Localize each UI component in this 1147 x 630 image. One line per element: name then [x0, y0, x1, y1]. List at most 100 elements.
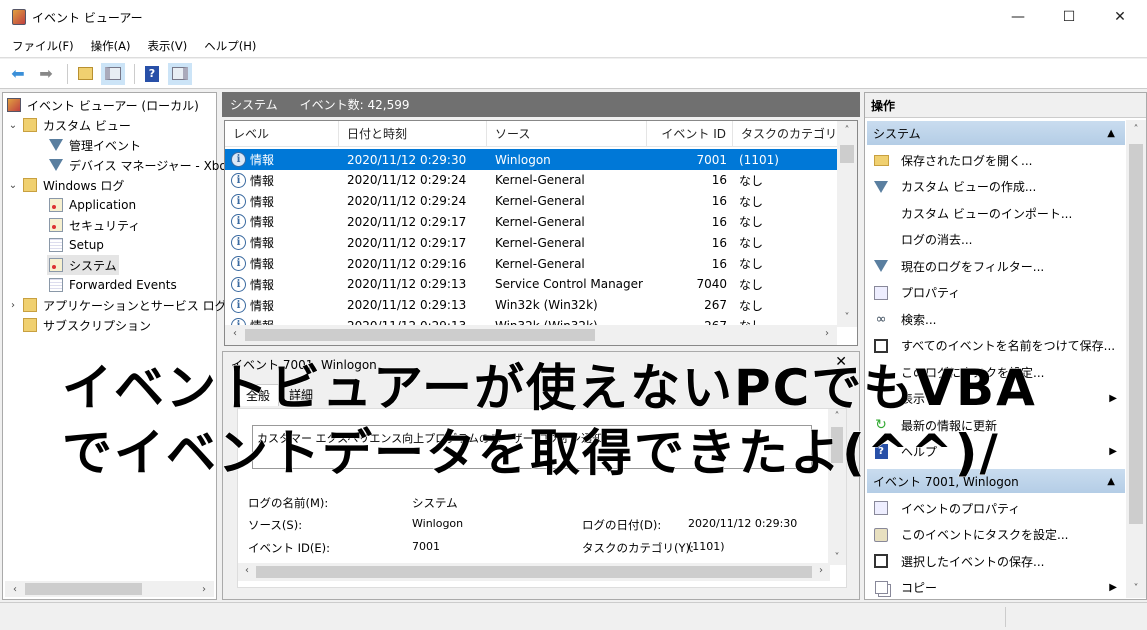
scroll-up-icon[interactable]: ˄	[837, 125, 857, 136]
tree-item-subscriptions[interactable]: サブスクリプション	[23, 315, 151, 335]
chevron-down-icon[interactable]: ⌄	[7, 120, 19, 131]
level-cell: i 情報	[225, 255, 339, 272]
level-text: 情報	[250, 194, 275, 209]
menu-file[interactable]: ファイル(F)	[12, 38, 74, 54]
scroll-left-icon[interactable]: ‹	[238, 565, 256, 576]
task-category-cell: なし	[739, 215, 764, 230]
tree-item-label: Forwarded Events	[69, 278, 177, 292]
list-vertical-scrollbar[interactable]: ˄ ˅	[837, 121, 857, 327]
tree-item-system[interactable]: システム	[47, 255, 119, 275]
actions-vertical-scrollbar[interactable]: ˄ ˅	[1126, 120, 1146, 598]
action-item[interactable]: 選択したイベントの保存...	[867, 548, 1125, 574]
event-row[interactable]: i 情報 2020/11/12 0:29:24 Kernel-General 16 なし	[225, 191, 837, 212]
tree-item-apps-services-logs[interactable]: › アプリケーションとサービス ログ	[7, 295, 227, 315]
collapse-icon[interactable]: ▲	[1107, 128, 1115, 139]
action-label: ログの消去...	[901, 233, 973, 247]
scrollbar-thumb[interactable]	[256, 566, 812, 578]
action-item[interactable]: イベントのプロパティ	[867, 495, 1125, 521]
column-event-id[interactable]: イベント ID	[647, 121, 733, 147]
forward-button[interactable]: ➡	[34, 63, 58, 85]
scroll-down-icon[interactable]: ˅	[837, 312, 857, 323]
action-item[interactable]: ログの消去...	[867, 227, 1125, 253]
event-row[interactable]: i 情報 2020/11/12 0:29:13 Service Control Man…	[225, 274, 837, 295]
detail-horizontal-scrollbar[interactable]: ‹ ›	[238, 563, 830, 581]
scroll-left-icon[interactable]: ‹	[225, 328, 245, 339]
menu-view[interactable]: 表示(V)	[147, 38, 187, 54]
tree-item-security[interactable]: セキュリティ	[49, 215, 140, 235]
scroll-up-icon[interactable]: ˄	[1126, 124, 1146, 135]
filter-icon	[49, 139, 63, 151]
tree-horizontal-scrollbar[interactable]: ‹ ›	[5, 581, 214, 597]
column-level[interactable]: レベル	[225, 121, 339, 147]
chevron-down-icon[interactable]: ⌄	[7, 180, 19, 191]
submenu-arrow-icon: ▶	[1109, 446, 1117, 457]
event-row[interactable]: i 情報 2020/11/12 0:29:30 Winlogon 7001 (1101)	[225, 149, 837, 170]
close-button[interactable]: ✕	[1097, 0, 1143, 34]
scroll-down-icon[interactable]: ˅	[828, 552, 846, 563]
menu-help[interactable]: ヘルプ(H)	[204, 38, 256, 54]
action-item[interactable]: カスタム ビューのインポート...	[867, 200, 1125, 226]
action-pane-icon	[172, 67, 188, 80]
scroll-right-icon[interactable]: ›	[194, 584, 214, 595]
list-horizontal-scrollbar[interactable]: ‹ ›	[225, 325, 837, 345]
action-item[interactable]: カスタム ビューの作成...	[867, 174, 1125, 200]
scrollbar-thumb[interactable]	[840, 145, 854, 163]
scrollbar-thumb[interactable]	[25, 583, 142, 595]
event-row[interactable]: i 情報 2020/11/12 0:29:16 Kernel-General 16 なし	[225, 253, 837, 274]
forward-arrow-icon: ➡	[39, 64, 53, 83]
scroll-right-icon[interactable]: ›	[812, 565, 830, 576]
tree-item-setup[interactable]: Setup	[49, 235, 104, 255]
action-item[interactable]: 現在のログをフィルター...	[867, 253, 1125, 279]
action-label: すべてのイベントを名前をつけて保存...	[901, 339, 1116, 353]
action-item[interactable]: プロパティ	[867, 280, 1125, 306]
scrollbar-thumb[interactable]	[245, 329, 595, 341]
show-hide-actions-button[interactable]	[168, 62, 192, 85]
event-row[interactable]: i 情報 2020/11/12 0:29:17 Kernel-General 16 なし	[225, 211, 837, 232]
scroll-down-icon[interactable]: ˅	[1126, 583, 1146, 594]
binoculars-icon: ∞	[875, 311, 887, 327]
event-row[interactable]: i 情報 2020/11/12 0:29:24 Kernel-General 16 なし	[225, 170, 837, 191]
tree-item-windows-logs[interactable]: ⌄ Windows ログ	[7, 175, 124, 195]
scroll-right-icon[interactable]: ›	[817, 328, 837, 339]
source-value: Winlogon	[412, 517, 464, 530]
scrollbar-thumb[interactable]	[1129, 144, 1143, 524]
event-id-cell: 7040	[696, 277, 727, 292]
menu-bar: ファイル(F) 操作(A) 表示(V) ヘルプ(H)	[0, 34, 1147, 58]
column-datetime[interactable]: 日付と時刻	[339, 121, 487, 147]
event-list: レベル 日付と時刻 ソース イベント ID タスクのカテゴリ i 情報 2020/1…	[224, 120, 858, 346]
actions-section-header[interactable]: システム ▲	[867, 121, 1125, 145]
help-button[interactable]: ?	[140, 63, 164, 85]
chevron-right-icon[interactable]: ›	[7, 300, 19, 311]
event-row[interactable]: i 情報 2020/11/12 0:29:13 Win32k (Win32k) 267 な…	[225, 295, 837, 316]
column-source[interactable]: ソース	[487, 121, 647, 147]
tree-item-application[interactable]: Application	[49, 195, 136, 215]
filter-icon	[873, 258, 889, 274]
tree-item-admin-events[interactable]: 管理イベント	[49, 135, 141, 155]
menu-action[interactable]: 操作(A)	[91, 38, 131, 54]
console-tree-icon	[105, 67, 121, 80]
up-folder-button[interactable]	[73, 63, 97, 85]
tree-item-device-manager-xbox[interactable]: デバイス マネージャー - Xbox	[49, 155, 234, 175]
source-cell: Kernel-General	[495, 194, 585, 209]
column-task-category[interactable]: タスクのカテゴリ	[733, 121, 837, 147]
tree-item-forwarded-events[interactable]: Forwarded Events	[49, 275, 177, 295]
event-row[interactable]: i 情報 2020/11/12 0:29:17 Kernel-General 16 なし	[225, 232, 837, 253]
maximize-button[interactable]: ☐	[1046, 0, 1092, 34]
action-item[interactable]: このイベントにタスクを設定...	[867, 522, 1125, 548]
event-viewer-icon	[7, 98, 21, 112]
scroll-left-icon[interactable]: ‹	[5, 584, 25, 595]
tree-item-event-viewer-local[interactable]: イベント ビューアー (ローカル)	[7, 95, 199, 115]
back-button[interactable]: ⬅	[6, 63, 30, 85]
collapse-icon[interactable]: ▲	[1107, 476, 1115, 487]
filter-icon	[873, 179, 889, 195]
action-item[interactable]: 保存されたログを開く...	[867, 147, 1125, 173]
tree-item-custom-views[interactable]: ⌄ カスタム ビュー	[7, 115, 131, 135]
minimize-button[interactable]: —	[995, 0, 1041, 34]
action-item[interactable]: コピー ▶	[867, 575, 1125, 601]
event-properties-icon	[873, 500, 889, 516]
action-item[interactable]: ∞ 検索...	[867, 306, 1125, 332]
level-text: 情報	[250, 215, 275, 230]
actions-pane: 操作 システム ▲ 保存されたログを開く... カスタム ビューの作成... カスタム …	[864, 92, 1147, 600]
action-item[interactable]: すべてのイベントを名前をつけて保存...	[867, 333, 1125, 359]
show-hide-tree-button[interactable]	[101, 62, 125, 85]
